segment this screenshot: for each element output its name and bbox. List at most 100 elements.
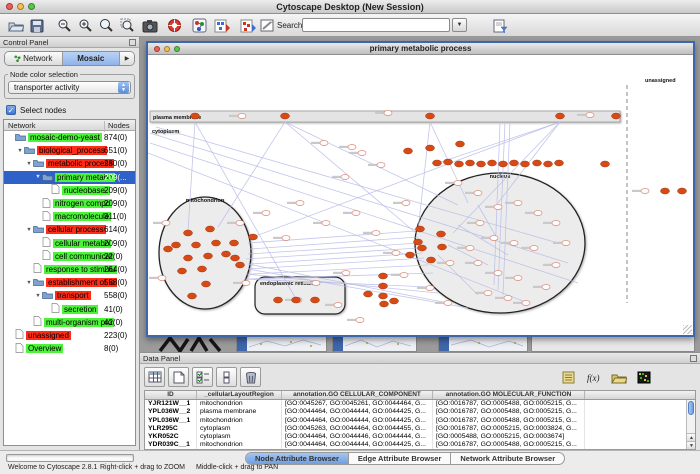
network-node[interactable]	[391, 273, 408, 278]
tree-row-biological-process[interactable]: ▼biological_process651(0)	[4, 144, 135, 157]
network-node[interactable]	[488, 160, 497, 166]
snapshot-button[interactable]	[140, 17, 159, 34]
network-node[interactable]	[149, 276, 166, 281]
network-node[interactable]	[178, 268, 187, 274]
network-node[interactable]	[222, 251, 231, 257]
network-canvas[interactable]: plasma membranecytoplasmmitochondrionnuc…	[148, 55, 693, 335]
network-node[interactable]	[406, 252, 415, 258]
expand-arrow-icon[interactable]: ▼	[34, 293, 42, 299]
network-node[interactable]	[521, 161, 530, 167]
expand-arrow-icon[interactable]: ▼	[25, 227, 33, 233]
network-node[interactable]	[380, 301, 389, 307]
import-attributes-button[interactable]	[608, 367, 629, 387]
vizmapper-button[interactable]	[190, 17, 209, 34]
open-session-button[interactable]	[6, 17, 25, 34]
tab-mosaic[interactable]: Mosaic	[63, 52, 121, 65]
resize-grip[interactable]	[683, 325, 692, 334]
network-node[interactable]	[164, 246, 173, 252]
unselect-attributes-button[interactable]	[216, 367, 237, 387]
network-node[interactable]	[184, 255, 193, 261]
tree-row-cellular-process[interactable]: ▼cellular process614(0)	[4, 223, 135, 236]
new-attribute-button[interactable]	[168, 367, 189, 387]
zoom-fit-button[interactable]	[97, 17, 116, 34]
network-node[interactable]	[404, 148, 413, 154]
search-config-button[interactable]	[490, 17, 509, 34]
network-node[interactable]	[212, 240, 221, 246]
network-node[interactable]	[188, 293, 197, 299]
network-node[interactable]	[273, 236, 290, 241]
network-node[interactable]	[416, 226, 425, 232]
network-node[interactable]	[172, 242, 181, 248]
tree-row-nucleobase-[interactable]: nucleobase-209(0)	[4, 184, 135, 197]
expand-arrow-icon[interactable]: ▼	[25, 280, 33, 286]
tree-row-cellular-metabo[interactable]: cellular metabo209(0)	[4, 237, 135, 250]
network-node[interactable]	[198, 266, 207, 272]
zoom-selected-button[interactable]	[118, 17, 137, 34]
network-node[interactable]	[510, 160, 519, 166]
tree-row-mosaic-demo-yeast[interactable]: mosaic-demo-yeast874(0)	[4, 131, 135, 144]
heatmap-button[interactable]	[633, 367, 654, 387]
tree-row-response-to-stimulu[interactable]: response to stimulu264(0)	[4, 263, 135, 276]
network-node[interactable]	[427, 257, 436, 263]
select-attributes-button[interactable]	[192, 367, 213, 387]
network-node[interactable]	[612, 113, 621, 119]
network-node[interactable]	[231, 255, 240, 261]
network-node[interactable]	[661, 188, 670, 194]
attribute-table-button[interactable]	[144, 367, 165, 387]
network-node[interactable]	[292, 297, 301, 303]
attribute-table-header[interactable]: ID _cellularLayoutRegion annotation.GO C…	[145, 391, 695, 400]
tab-overflow-button[interactable]: ▶	[120, 52, 134, 65]
network-node[interactable]	[191, 113, 200, 119]
tree-row-metabolic-process[interactable]: ▼metabolic process280(0)	[4, 157, 135, 170]
background-window-fragment[interactable]	[236, 336, 327, 352]
region-mitochondrion[interactable]: mitochondrion	[159, 197, 251, 309]
network-node[interactable]	[364, 291, 373, 297]
network-node[interactable]	[426, 145, 435, 151]
search-input[interactable]	[302, 18, 450, 32]
network-node[interactable]	[544, 161, 553, 167]
zoom-in-button[interactable]	[76, 17, 95, 34]
tab-edge-attribute-browser[interactable]: Edge Attribute Browser	[349, 453, 451, 464]
expand-arrow-icon[interactable]: ▼	[34, 174, 42, 180]
background-window-fragment[interactable]	[438, 336, 528, 352]
network-node[interactable]	[632, 189, 649, 194]
network-node[interactable]	[533, 160, 542, 166]
network-node[interactable]	[281, 113, 290, 119]
network-node[interactable]	[433, 160, 442, 166]
network-node[interactable]	[236, 262, 245, 268]
tree-row-unassigned[interactable]: unassigned223(0)	[4, 329, 135, 342]
tree-row-nitrogen-compo[interactable]: nitrogen compo209(0)	[4, 197, 135, 210]
table-row[interactable]: YKR052Ccytoplasm[GO:0044464, GO:0044446,…	[145, 433, 695, 441]
network-node[interactable]	[184, 230, 193, 236]
table-row[interactable]: YJR121W__1mitochondrion[GO:0045267, GO:0…	[145, 400, 695, 408]
formula-button[interactable]: f(x)	[583, 367, 604, 387]
attribute-batch-button[interactable]	[558, 367, 579, 387]
scroll-down-button[interactable]: ▼	[687, 441, 696, 449]
select-nodes-checkbox[interactable]: ✓	[6, 105, 16, 115]
tree-row-cell-communicat[interactable]: cell communicat22(0)	[4, 250, 135, 263]
annotation-button[interactable]	[258, 17, 277, 34]
background-window-fragment[interactable]	[332, 336, 417, 352]
network-node[interactable]	[153, 221, 170, 226]
scroll-up-button[interactable]: ▲	[687, 433, 696, 441]
network-node[interactable]	[426, 113, 435, 119]
tree-row-overview[interactable]: Overview8(0)	[4, 342, 135, 355]
network-node[interactable]	[555, 160, 564, 166]
tab-network-attribute-browser[interactable]: Network Attribute Browser	[451, 453, 564, 464]
expand-arrow-icon[interactable]: ▼	[25, 161, 33, 167]
expand-arrow-icon[interactable]: ▼	[16, 148, 24, 154]
network-node[interactable]	[347, 318, 364, 323]
network-node[interactable]	[379, 293, 388, 299]
tab-node-attribute-browser[interactable]: Node Attribute Browser	[246, 453, 349, 464]
delete-attribute-button[interactable]	[240, 367, 261, 387]
network-node[interactable]	[333, 271, 350, 276]
network-node[interactable]	[311, 141, 328, 146]
network-node[interactable]	[311, 297, 320, 303]
tab-network[interactable]: Network	[5, 52, 63, 65]
network-node[interactable]	[202, 281, 211, 287]
network-node[interactable]	[287, 201, 304, 206]
network-node[interactable]	[556, 113, 565, 119]
network-node[interactable]	[192, 242, 201, 248]
network-node[interactable]	[456, 141, 465, 147]
network-node[interactable]	[349, 151, 366, 156]
